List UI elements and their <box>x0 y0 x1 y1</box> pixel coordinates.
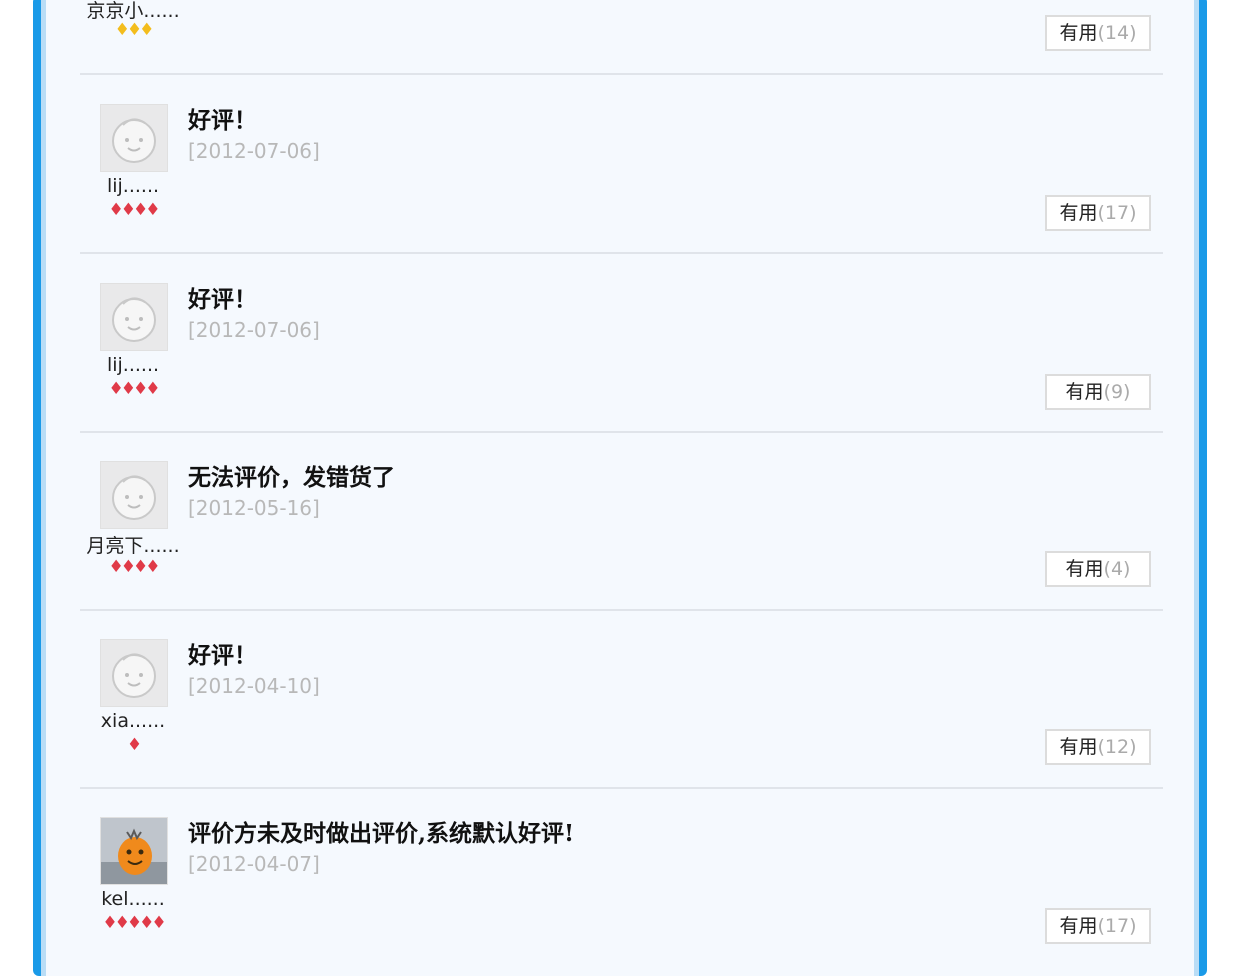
review-title: 好评！ <box>188 642 257 669</box>
review-title: 无法评价，发错货了 <box>188 464 395 491</box>
reviewer-rank-icons: ♦♦♦ <box>114 20 155 40</box>
useful-button[interactable]: 有用(9) <box>1045 374 1151 410</box>
default-avatar-icon <box>100 461 168 529</box>
review-date: [2012-04-10] <box>188 674 320 698</box>
review-title: 好评！ <box>188 107 257 134</box>
default-avatar-icon <box>100 283 168 351</box>
review-date: [2012-07-06] <box>188 318 320 342</box>
review-date: [2012-04-07] <box>188 852 320 876</box>
useful-button[interactable]: 有用(17) <box>1045 195 1151 231</box>
reviewer-name: lij...... <box>106 354 160 376</box>
useful-label: 有用 <box>1059 915 1098 937</box>
reviewer-name: lij...... <box>106 175 160 197</box>
reviewer-name: xia...... <box>100 710 166 732</box>
review-item: 好评！ [2012-07-06] lij...... ♦♦♦♦ 有用(9) <box>80 254 1163 433</box>
useful-button[interactable]: 有用(4) <box>1045 551 1151 587</box>
reviewer-rank-icons: ♦♦♦♦ <box>108 200 161 220</box>
useful-label: 有用 <box>1065 558 1104 580</box>
useful-label: 有用 <box>1065 381 1104 403</box>
reviewer-rank-icons: ♦♦♦♦ <box>108 379 161 399</box>
review-date: [2012-07-06] <box>188 139 320 163</box>
reviewer-name: kel...... <box>101 888 165 910</box>
review-item: 评价方未及时做出评价,系统默认好评! [2012-04-07] kel.....… <box>80 789 1163 969</box>
useful-label: 有用 <box>1059 202 1098 224</box>
useful-label: 有用 <box>1059 22 1098 44</box>
useful-count: (9) <box>1103 381 1131 403</box>
useful-count: (12) <box>1097 736 1137 758</box>
reviewer-rank-icons: ♦ <box>126 735 142 755</box>
default-avatar-icon <box>100 639 168 707</box>
reviewer-name: 月亮下...... <box>86 535 180 557</box>
default-avatar-icon <box>100 104 168 172</box>
useful-count: (4) <box>1103 558 1131 580</box>
useful-label: 有用 <box>1059 736 1098 758</box>
useful-button[interactable]: 有用(17) <box>1045 908 1151 944</box>
useful-count: (14) <box>1097 22 1137 44</box>
review-title: 评价方未及时做出评价,系统默认好评! <box>188 820 575 847</box>
review-item: 京京小...... ♦♦♦ 有用(14) <box>80 0 1163 75</box>
useful-button[interactable]: 有用(14) <box>1045 15 1151 51</box>
reviewer-rank-icons: ♦♦♦♦♦ <box>102 913 166 933</box>
review-date: [2012-05-16] <box>188 496 320 520</box>
useful-count: (17) <box>1097 915 1137 937</box>
review-item: 好评！ [2012-04-10] xia...... ♦ 有用(12) <box>80 611 1163 789</box>
cartoon-avatar-icon <box>100 817 168 885</box>
review-item: 好评！ [2012-07-06] lij...... ♦♦♦♦ 有用(17) <box>80 75 1163 254</box>
useful-button[interactable]: 有用(12) <box>1045 729 1151 765</box>
review-title: 好评！ <box>188 286 257 313</box>
reviewer-rank-icons: ♦♦♦♦ <box>108 557 161 577</box>
useful-count: (17) <box>1097 202 1137 224</box>
review-item: 无法评价，发错货了 [2012-05-16] 月亮下...... ♦♦♦♦ 有用… <box>80 433 1163 611</box>
